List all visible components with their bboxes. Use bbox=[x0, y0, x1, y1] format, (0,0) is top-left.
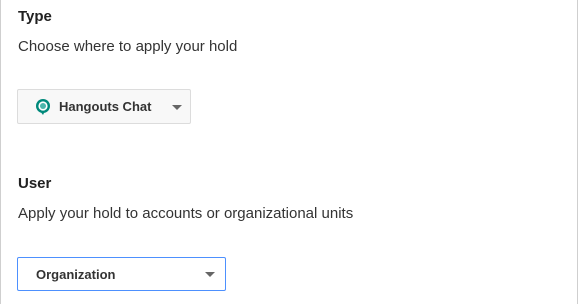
chevron-down-icon bbox=[205, 272, 215, 277]
user-heading: User bbox=[18, 175, 52, 192]
chevron-down-icon bbox=[172, 105, 182, 110]
user-dropdown-label: Organization bbox=[36, 266, 116, 282]
hangouts-chat-icon bbox=[35, 98, 51, 115]
type-dropdown-label: Hangouts Chat bbox=[59, 99, 152, 114]
type-heading: Type bbox=[18, 8, 52, 25]
user-dropdown[interactable]: Organization bbox=[17, 257, 226, 291]
user-description: Apply your hold to accounts or organizat… bbox=[18, 205, 354, 222]
type-dropdown[interactable]: Hangouts Chat bbox=[17, 89, 191, 124]
panel-frame: Type Choose where to apply your hold Han… bbox=[0, 0, 578, 304]
type-description: Choose where to apply your hold bbox=[18, 38, 238, 55]
